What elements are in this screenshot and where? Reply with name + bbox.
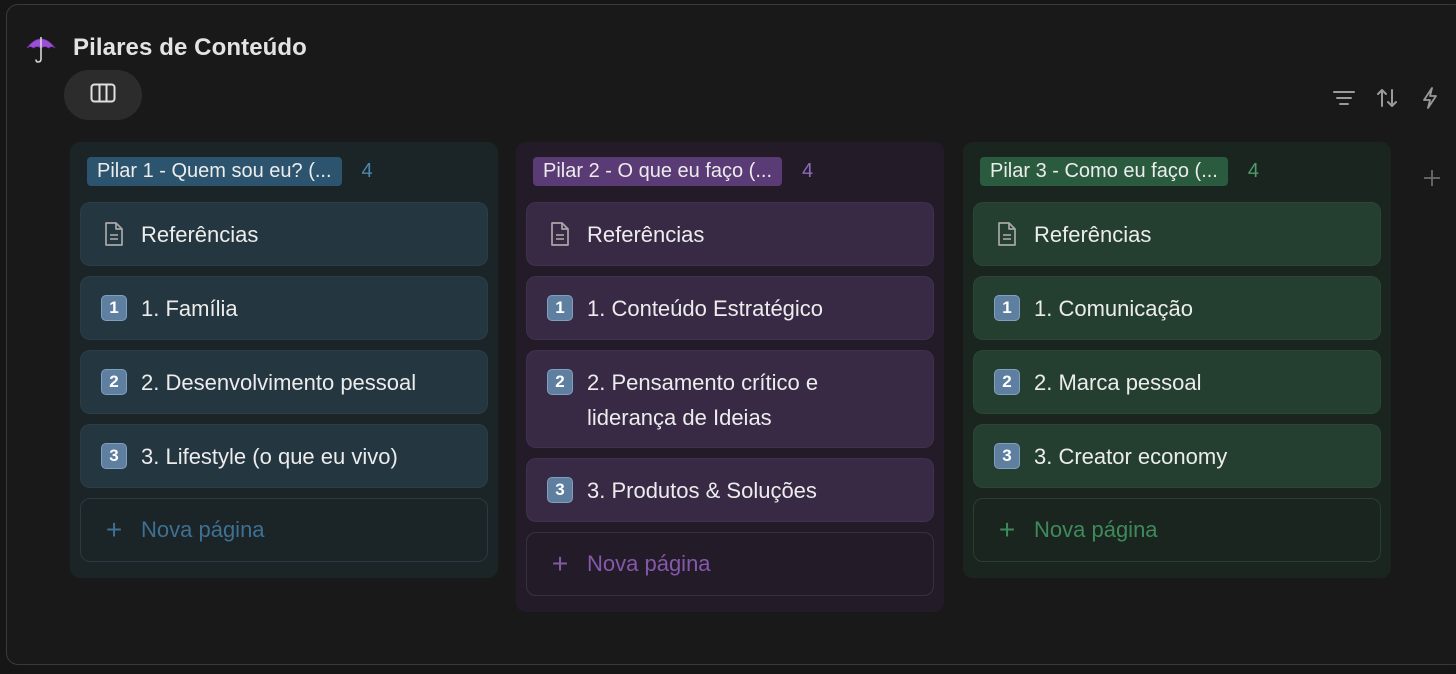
column-header[interactable]: Pilar 1 - Quem sou eu? (... 4 <box>80 154 488 188</box>
new-page-label: Nova página <box>587 551 711 576</box>
card-title: 1. Comunicação <box>1034 295 1193 321</box>
board-card[interactable]: 2 2. Desenvolvimento pessoal <box>80 350 488 414</box>
view-toolbar <box>1330 84 1444 112</box>
keycap-badge: 1 <box>994 295 1020 321</box>
page-header: Pilares de Conteúdo <box>24 28 307 68</box>
keycap-badge: 2 <box>994 369 1020 395</box>
keycap-3-icon: 3 <box>99 442 129 470</box>
card-title: 1. Família <box>141 295 238 321</box>
board-card[interactable]: 2 2. Marca pessoal <box>973 350 1381 414</box>
board-column-pilar-1: Pilar 1 - Quem sou eu? (... 4 Referência… <box>70 142 498 578</box>
board-card[interactable]: 1 1. Comunicação <box>973 276 1381 340</box>
new-page-button[interactable]: + Nova página <box>526 532 934 596</box>
keycap-3-icon: 3 <box>992 442 1022 470</box>
keycap-1-icon: 1 <box>545 294 575 322</box>
card-title: Referências <box>141 221 259 247</box>
keycap-badge: 1 <box>101 295 127 321</box>
umbrella-icon[interactable] <box>24 31 58 65</box>
column-header[interactable]: Pilar 3 - Como eu faço (... 4 <box>973 154 1381 188</box>
card-title: Referências <box>587 221 705 247</box>
keycap-badge: 2 <box>101 369 127 395</box>
column-title[interactable]: Pilar 2 - O que eu faço (... <box>533 156 782 186</box>
keycap-badge: 3 <box>547 477 573 503</box>
keycap-badge: 1 <box>547 295 573 321</box>
card-title: 3. Lifestyle (o que eu vivo) <box>141 443 398 469</box>
card-title: 2. Pensamento crítico e liderança de Ide… <box>587 370 819 430</box>
plus-icon: + <box>998 514 1016 545</box>
keycap-badge: 3 <box>994 443 1020 469</box>
plus-icon: + <box>105 514 123 545</box>
filter-icon[interactable] <box>1330 84 1358 112</box>
new-page-label: Nova página <box>1034 517 1158 542</box>
board-view-icon <box>90 83 116 108</box>
document-icon <box>545 220 575 248</box>
plus-icon <box>1422 168 1442 193</box>
keycap-2-icon: 2 <box>545 368 575 396</box>
card-title: 1. Conteúdo Estratégico <box>587 295 824 321</box>
board-card[interactable]: 1 1. Família <box>80 276 488 340</box>
card-title: Referências <box>1034 221 1152 247</box>
board-card[interactable]: Referências <box>973 202 1381 266</box>
card-title: 3. Produtos & Soluções <box>587 477 817 503</box>
column-count: 4 <box>1247 159 1259 182</box>
keycap-2-icon: 2 <box>99 368 129 396</box>
document-icon <box>99 220 129 248</box>
column-count: 4 <box>802 159 814 182</box>
board-card[interactable]: 3 3. Creator economy <box>973 424 1381 488</box>
page-title: Pilares de Conteúdo <box>73 34 307 61</box>
keycap-3-icon: 3 <box>545 476 575 504</box>
card-title: 2. Desenvolvimento pessoal <box>141 369 417 395</box>
document-icon <box>992 220 1022 248</box>
board-card[interactable]: 3 3. Produtos & Soluções <box>526 458 934 522</box>
column-title[interactable]: Pilar 3 - Como eu faço (... <box>980 156 1228 186</box>
new-page-button[interactable]: + Nova página <box>80 498 488 562</box>
board-card[interactable]: 3 3. Lifestyle (o que eu vivo) <box>80 424 488 488</box>
card-title: 2. Marca pessoal <box>1034 369 1202 395</box>
column-count: 4 <box>361 159 373 182</box>
board-column-pilar-3: Pilar 3 - Como eu faço (... 4 Referência… <box>963 142 1391 578</box>
keycap-badge: 2 <box>547 369 573 395</box>
card-title: 3. Creator economy <box>1034 443 1228 469</box>
automation-bolt-icon[interactable] <box>1416 84 1444 112</box>
column-header[interactable]: Pilar 2 - O que eu faço (... 4 <box>526 154 934 188</box>
board-column-pilar-2: Pilar 2 - O que eu faço (... 4 Referênci… <box>516 142 944 612</box>
new-page-label: Nova página <box>141 517 265 542</box>
keycap-1-icon: 1 <box>99 294 129 322</box>
board-view-button[interactable] <box>64 70 142 120</box>
keycap-badge: 3 <box>101 443 127 469</box>
add-group-button[interactable] <box>1420 168 1444 192</box>
board-card[interactable]: Referências <box>526 202 934 266</box>
keycap-2-icon: 2 <box>992 368 1022 396</box>
board-card[interactable]: 1 1. Conteúdo Estratégico <box>526 276 934 340</box>
sort-icon[interactable] <box>1373 84 1401 112</box>
board-card[interactable]: 2 2. Pensamento crítico e liderança de I… <box>526 350 934 448</box>
keycap-1-icon: 1 <box>992 294 1022 322</box>
column-title[interactable]: Pilar 1 - Quem sou eu? (... <box>87 156 342 186</box>
new-page-button[interactable]: + Nova página <box>973 498 1381 562</box>
plus-icon: + <box>551 548 569 579</box>
board-card[interactable]: Referências <box>80 202 488 266</box>
